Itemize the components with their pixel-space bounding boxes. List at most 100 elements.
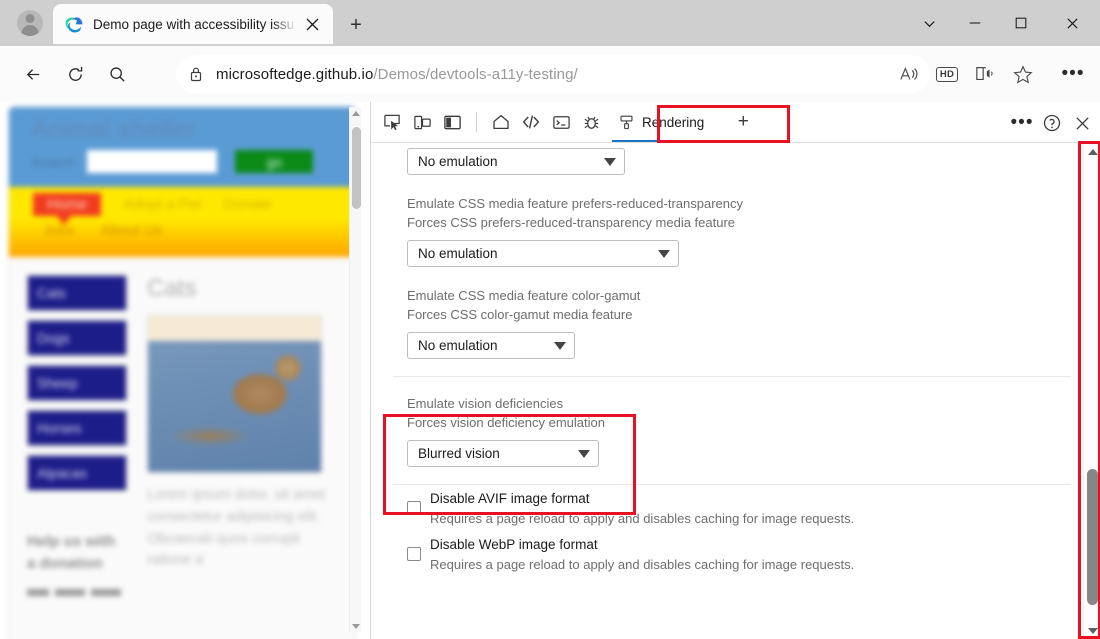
home-icon[interactable] [486,108,516,136]
color-gamut-select[interactable]: No emulation [407,332,575,359]
main-column: Cats Lorem ipsum dolor, sit amet consect… [127,275,345,572]
inspect-element-icon[interactable] [377,108,407,136]
page-scrollbar[interactable] [349,107,361,632]
devtools-more-options-icon[interactable]: ••• [1007,108,1037,138]
vision-deficiency-select[interactable]: Blurred vision [407,440,599,467]
setting-title: Emulate CSS media feature prefers-reduce… [407,194,1071,213]
browser-tab[interactable]: Demo page with accessibility issu [53,4,333,44]
elements-code-icon[interactable] [516,108,546,136]
add-panel-button[interactable]: + [728,108,758,136]
setting-disable-webp: Disable WebP image format Requires a pag… [393,535,1071,575]
new-tab-button[interactable]: + [340,10,372,40]
search-input[interactable] [87,150,217,173]
nav-item-adopt[interactable]: Adopt a Pet [123,196,201,213]
immersive-reader-icon[interactable] [966,55,1004,93]
site-navbar: Home Adopt a Pet Donate Jobs About Us [9,187,355,257]
donation-block: Help us with a donation [27,531,127,596]
disable-webp-text: Disable WebP image format Requires a pag… [430,535,854,575]
setting-title: Emulate vision deficiencies [407,394,1071,413]
prefers-reduced-data-select[interactable]: No emulation [407,148,625,175]
plus-icon: + [350,15,362,35]
devtools-scroll-thumb[interactable] [1087,469,1098,605]
page-scroll-thumb[interactable] [352,127,361,209]
plus-icon: + [738,111,749,133]
dock-side-icon[interactable] [437,108,467,136]
category-dogs[interactable]: Dogs [27,320,127,356]
favorites-star-icon[interactable] [1004,55,1042,93]
tab-actions-menu-button[interactable] [906,0,952,46]
checkbox-title: Disable WebP image format [430,535,854,555]
disable-webp-checkbox[interactable] [407,547,421,561]
page-heading: Cats [147,275,345,303]
devtools-scroll-down-button[interactable] [1084,622,1100,639]
devtools-help-icon[interactable] [1037,108,1067,138]
back-arrow-icon [24,65,43,84]
device-emulation-icon[interactable] [407,108,437,136]
address-bar: microsoftedge.github.io/Demos/devtools-a… [0,46,1100,102]
hd-video-icon[interactable]: HD [928,55,966,93]
issues-bug-icon[interactable] [576,108,606,136]
setting-color-gamut: Emulate CSS media feature color-gamut Fo… [393,286,1071,359]
maximize-button[interactable] [998,0,1044,46]
toolbar-divider [476,112,477,132]
checkbox-description: Requires a page reload to apply and disa… [430,509,854,529]
profile-button[interactable] [8,3,52,43]
section-divider [393,484,1071,485]
search-button[interactable] [100,57,134,91]
nav-item-donate[interactable]: Donate [223,196,271,213]
go-button[interactable]: go [235,150,313,173]
devtools-scroll-up-button[interactable] [1084,143,1100,160]
devtools-panel: Rendering + ••• Forces CSS [370,102,1100,639]
select-value: No emulation [418,154,498,169]
prefers-reduced-transparency-select[interactable]: No emulation [407,240,679,267]
category-cats[interactable]: Cats [27,275,127,311]
donation-heading: Help us with a donation [27,533,115,572]
devtools-close-icon[interactable] [1067,108,1097,138]
devtools-toolbar-right: ••• [1007,108,1097,138]
tab-rendering[interactable]: Rendering [610,106,718,138]
checkbox-title: Disable AVIF image format [430,489,854,509]
demo-page: Animal shelter Search go Home Adopt a Pe… [8,106,356,639]
omnibox[interactable]: microsoftedge.github.io/Demos/devtools-a… [176,55,930,93]
disable-avif-checkbox[interactable] [407,501,421,515]
chevron-down-icon [578,450,590,458]
site-search-row: Search go [31,150,341,173]
tab-rendering-label: Rendering [642,115,704,130]
setting-description: Forces vision deficiency emulation [407,413,1071,432]
page-scroll-up-button[interactable] [350,107,362,119]
page-scroll-down-button[interactable] [350,620,362,632]
browser-settings-icon[interactable]: ••• [1054,55,1092,93]
url-path: /Demos/devtools-a11y-testing/ [373,66,577,83]
nav-primary-row: Home Adopt a Pet Donate [9,193,355,216]
category-horses[interactable]: Horses [27,410,127,446]
donation-btn-2[interactable] [55,589,85,596]
chevron-down-icon [922,16,937,31]
donation-btn-1[interactable] [27,589,49,596]
site-header: Animal shelter Search go [9,107,355,187]
category-alpacas[interactable]: Alpacas [27,455,127,491]
site-title: Animal shelter [31,115,341,144]
refresh-button[interactable] [58,57,92,91]
tab-title: Demo page with accessibility issu [93,17,297,32]
nav-item-about[interactable]: About Us [101,222,163,239]
maximize-icon [1014,16,1028,30]
search-label: Search [31,154,75,170]
browser-window: Demo page with accessibility issu + [0,0,1100,639]
devtools-scrollbar[interactable] [1083,143,1100,639]
search-icon [108,65,127,84]
console-icon[interactable] [546,108,576,136]
rendering-brush-icon [618,114,635,131]
setting-prefers-reduced-data: Forces CSS prefers-reduced-data media fe… [393,143,1071,175]
blurred-page-render: Animal shelter Search go Home Adopt a Pe… [0,102,370,639]
minimize-button[interactable] [952,0,998,46]
back-button[interactable] [16,57,50,91]
category-sheep[interactable]: Sheep [27,365,127,401]
tab-close-icon[interactable] [299,11,325,37]
close-window-button[interactable] [1044,0,1100,46]
account-avatar-icon [17,10,43,36]
setting-prefers-reduced-transparency: Emulate CSS media feature prefers-reduce… [393,194,1071,267]
donation-btn-3[interactable] [91,589,121,596]
read-aloud-icon[interactable] [890,55,928,93]
select-value: No emulation [418,338,498,353]
nav-item-home[interactable]: Home [33,193,101,216]
